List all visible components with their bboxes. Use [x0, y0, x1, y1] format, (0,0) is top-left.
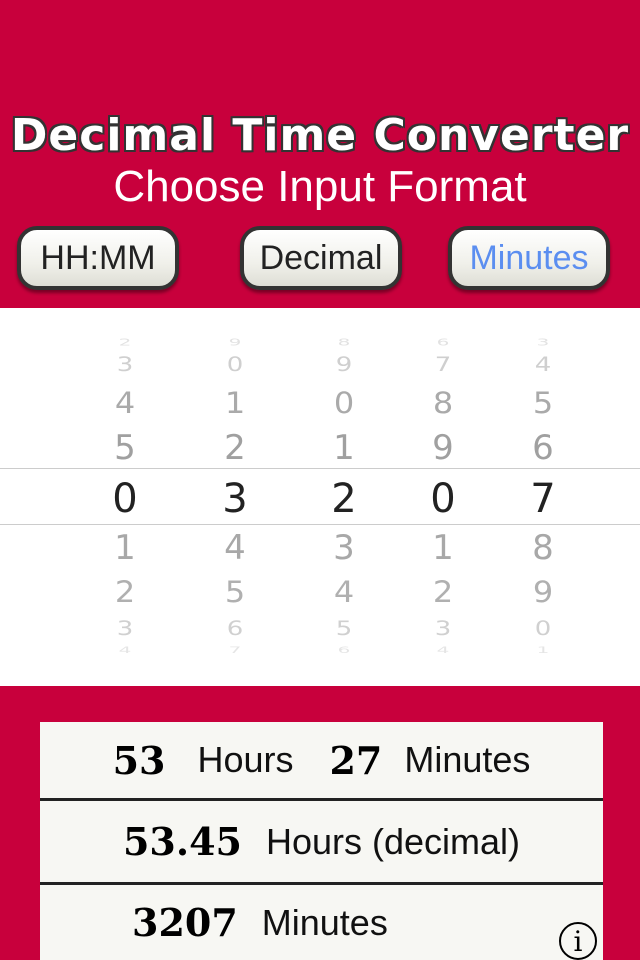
picker-column-1[interactable]: 2 3 4 5 0 1 2 3 4 — [95, 308, 155, 686]
picker-selected-digit: 3 — [222, 476, 248, 522]
picker-digit: 8 — [532, 528, 554, 568]
picker-selected-digit: 0 — [430, 476, 456, 522]
picker-digit: 8 — [337, 336, 351, 348]
picker-digit: 9 — [335, 353, 353, 377]
picker-digit: 3 — [116, 617, 134, 641]
picker-digit: 9 — [432, 428, 454, 468]
picker-digit: 6 — [337, 644, 351, 656]
total-minutes-row: 3207 Minutes — [40, 885, 603, 960]
picker-digit: 4 — [118, 644, 132, 656]
picker-digit: 2 — [224, 428, 246, 468]
picker-digit: 1 — [536, 644, 550, 656]
results-panel: 53 Hours 27 Minutes 53.45 Hours (decimal… — [40, 722, 603, 960]
minutes-label: Minutes — [404, 739, 531, 780]
decimal-format-button[interactable]: Decimal — [240, 226, 402, 290]
picker-digit: 5 — [224, 574, 246, 610]
decimal-hours-value: 53.45 — [122, 819, 242, 864]
info-icon[interactable]: i — [559, 922, 597, 960]
decimal-hours-label: Hours (decimal) — [265, 820, 521, 862]
app-title: Decimal Time Converter — [10, 110, 630, 161]
total-minutes-value: 3207 — [132, 900, 238, 945]
picker-digit: 9 — [228, 336, 242, 348]
picker-digit: 6 — [226, 617, 244, 641]
picker-digit: 9 — [532, 574, 554, 610]
picker-column-5[interactable]: 3 4 5 6 7 8 9 0 1 — [513, 308, 573, 686]
picker-digit: 4 — [534, 353, 552, 377]
picker-digit: 3 — [434, 617, 452, 641]
picker-digit: 7 — [228, 644, 242, 656]
hours-label: Hours — [197, 739, 294, 780]
picker-digit: 7 — [434, 353, 452, 377]
hours-minutes-row: 53 Hours 27 Minutes — [40, 722, 603, 798]
picker-digit: 2 — [114, 574, 136, 610]
picker-digit: 0 — [333, 385, 355, 421]
minutes-value: 27 — [329, 737, 383, 783]
picker-column-2[interactable]: 9 0 1 2 3 4 5 6 7 — [205, 308, 265, 686]
picker-digit: 8 — [432, 385, 454, 421]
picker-selected-digit: 0 — [112, 476, 138, 522]
picker-digit: 1 — [333, 428, 355, 468]
picker-selected-digit: 7 — [530, 476, 556, 522]
picker-digit: 6 — [436, 336, 450, 348]
picker-digit: 5 — [335, 617, 353, 641]
picker-digit: 1 — [224, 385, 246, 421]
input-format-prompt: Choose Input Format — [113, 162, 527, 211]
picker-digit: 4 — [333, 574, 355, 610]
decimal-hours-row: 53.45 Hours (decimal) — [40, 801, 603, 882]
picker-digit: 0 — [534, 617, 552, 641]
picker-selected-digit: 2 — [331, 476, 357, 522]
picker-digit: 1 — [114, 528, 136, 568]
total-minutes-label: Minutes — [261, 901, 388, 943]
picker-digit: 3 — [536, 336, 550, 348]
picker-column-3[interactable]: 8 9 0 1 2 3 4 5 6 — [314, 308, 374, 686]
picker-digit: 3 — [116, 353, 134, 377]
picker-column-4[interactable]: 6 7 8 9 0 1 2 3 4 — [413, 308, 473, 686]
picker-digit: 1 — [432, 528, 454, 568]
picker-digit: 5 — [532, 385, 554, 421]
picker-digit: 4 — [224, 528, 246, 568]
picker-digit: 5 — [114, 428, 136, 468]
hhmm-format-button[interactable]: HH:MM — [17, 226, 179, 290]
picker-digit: 2 — [118, 336, 132, 348]
header: Decimal Time Converter Choose Input Form… — [0, 0, 640, 308]
minutes-format-button[interactable]: Minutes — [448, 226, 610, 290]
digit-picker[interactable]: 2 3 4 5 0 1 2 3 4 9 0 1 2 3 4 5 6 7 8 9 0 1 2 3 4 5 6 6 7 8 9 0 1 2 3 4 3 4 5 6… — [0, 308, 640, 686]
picker-digit: 0 — [226, 353, 244, 377]
picker-digit: 6 — [532, 428, 554, 468]
picker-digit: 2 — [432, 574, 454, 610]
picker-digit: 4 — [436, 644, 450, 656]
hours-value: 53 — [112, 737, 166, 783]
picker-digit: 3 — [333, 528, 355, 568]
picker-digit: 4 — [114, 385, 136, 421]
